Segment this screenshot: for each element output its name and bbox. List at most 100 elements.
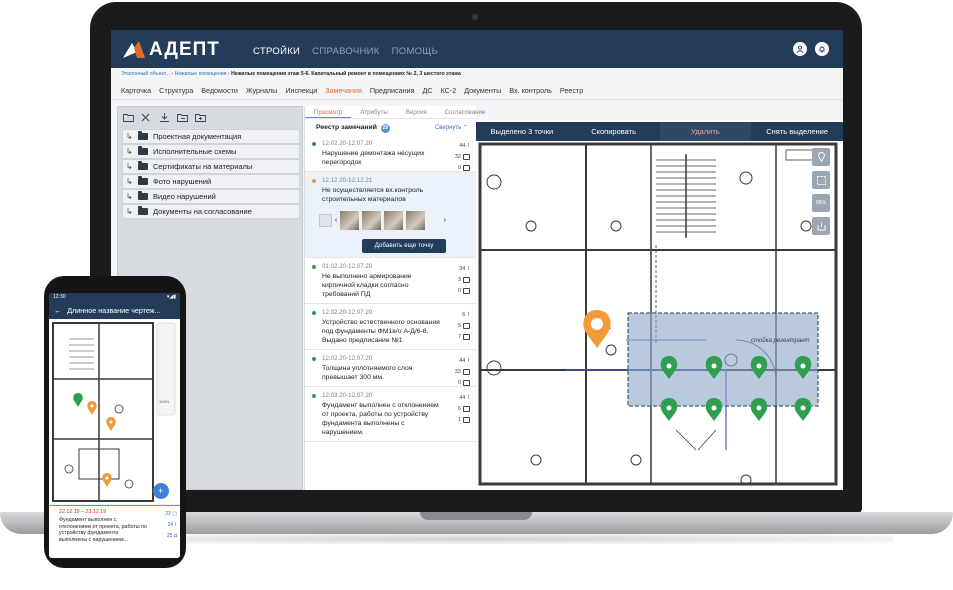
phone-issue-card[interactable]: 22.12.19 – 23.12.19 Фундамент выполнен с… <box>49 505 180 558</box>
issue-date: 01.02.20-12.07.20 <box>322 263 373 270</box>
status-dot <box>312 142 316 146</box>
add-point-button[interactable]: Добавить еще точку <box>362 239 446 253</box>
add-photo-icon[interactable] <box>319 214 332 227</box>
nav-stroiki[interactable]: СТРОЙКИ <box>253 46 300 57</box>
issue-marker-green[interactable] <box>705 398 723 421</box>
folder-move-icon[interactable] <box>177 113 188 122</box>
issue-item[interactable]: 12.03.20-12.07.20 Фундамент выполнен с о… <box>305 387 476 442</box>
new-folder-icon[interactable] <box>123 113 134 122</box>
issue-marker-orange[interactable] <box>583 310 611 348</box>
paperclip-icon: ⌇ <box>467 265 470 272</box>
phone-plan-canvas[interactable]: + 100% <box>49 319 180 504</box>
paperclip-icon: ⌇ <box>467 394 470 401</box>
issue-marker-orange[interactable] <box>102 473 112 487</box>
tree-branch-icon: ↳ <box>126 162 133 171</box>
issue-marker-green[interactable] <box>750 398 768 421</box>
collapse-button[interactable]: Свернуть ⌃ <box>435 124 468 131</box>
tree-branch-icon: ↳ <box>126 177 133 186</box>
tree-branch-icon: ↳ <box>126 147 133 156</box>
floor-plan-canvas[interactable]: стойка регентрант <box>476 120 843 490</box>
registry-title: Реестр замечаний <box>316 124 377 131</box>
floor-plan-drawing: стойка регентрант <box>478 142 838 486</box>
tab-atributy[interactable]: Атрибуты <box>351 106 397 118</box>
logo[interactable]: АДЕПТ <box>123 39 220 61</box>
selection-count: Выделено 3 точки <box>490 127 554 136</box>
photo-thumbnail[interactable] <box>362 211 381 230</box>
menu-item-ds[interactable]: ДС <box>422 86 432 95</box>
delete-button[interactable]: Удалить <box>659 122 752 141</box>
photo-thumbnail[interactable] <box>405 211 425 230</box>
menu-item-struktura[interactable]: Структура <box>159 86 193 95</box>
comment-icon <box>463 322 470 329</box>
phone-drawing-title: Длинное название чертеж... <box>67 305 161 315</box>
phone-zoom-level: 100% <box>159 399 170 404</box>
tree-item[interactable]: ↳ Видео нарушений <box>122 189 300 204</box>
tree-branch-icon: ↳ <box>126 207 133 216</box>
logo-text: АДЕПТ <box>149 39 220 60</box>
select-area-icon[interactable] <box>812 171 830 189</box>
download-icon[interactable] <box>159 113 170 122</box>
comment-icon <box>463 405 470 412</box>
tree-item[interactable]: ↳ Документы на согласование <box>122 204 300 219</box>
menu-item-ks2[interactable]: КС-2 <box>441 86 457 95</box>
plan-side-tools: 88% <box>812 148 832 240</box>
issue-marker-green[interactable] <box>73 393 83 407</box>
chevron-right-icon[interactable]: › <box>444 217 446 224</box>
menu-item-predpisaniya[interactable]: Предписания <box>370 86 415 95</box>
issue-marker-green[interactable] <box>660 398 678 421</box>
export-icon[interactable] <box>812 217 830 235</box>
breadcrumb-item[interactable]: Нежилые помещения <box>175 71 227 77</box>
breadcrumb-item[interactable]: Эталонный объект... <box>121 71 170 77</box>
menu-item-zhurnaly[interactable]: Журналы <box>246 86 277 95</box>
bell-icon[interactable] <box>815 42 829 56</box>
issue-item[interactable]: 12.02.20-12.07.20 Нарушение демонтажа не… <box>305 135 476 172</box>
back-arrow-icon[interactable]: ← <box>54 306 61 315</box>
tree-item-label: Документы на согласование <box>153 207 252 216</box>
tree-item[interactable]: ↳ Исполнительные схемы <box>122 144 300 159</box>
tree-item[interactable]: ↳ Проектная документация <box>122 129 300 144</box>
folder-add-icon[interactable] <box>195 113 206 122</box>
issue-item[interactable]: 01.02.20-12.07.20 Не выполнено армирован… <box>305 258 476 304</box>
paperclip-icon: ⌇ <box>467 311 470 318</box>
phone-time: 12:30 <box>53 294 66 300</box>
close-icon[interactable] <box>141 113 152 122</box>
issue-item-selected[interactable]: 12.12.20-12.12.21 Не осуществляется вх.к… <box>305 172 476 258</box>
issue-item[interactable]: 12.02.20-12.07.20 Устройство естественно… <box>305 304 476 350</box>
tab-soglasovanie[interactable]: Согласование <box>436 106 495 118</box>
menu-item-zamechaniya[interactable]: Замечания <box>325 86 362 95</box>
photo-strip: ‹ › <box>319 211 446 230</box>
user-icon[interactable] <box>793 42 807 56</box>
nav-pomosch[interactable]: ПОМОЩЬ <box>392 46 438 57</box>
issue-date: 12.02.20-12.07.20 <box>322 355 373 362</box>
location-pin-icon[interactable] <box>812 148 830 166</box>
menu-item-reestr[interactable]: Реестр <box>560 86 583 95</box>
issue-marker-orange[interactable] <box>106 417 116 431</box>
menu-item-vedomosti[interactable]: Ведомости <box>201 86 238 95</box>
issue-item[interactable]: 12.02.20-12.07.20 Толщина уплотняемого с… <box>305 350 476 387</box>
tab-versiya[interactable]: Версия <box>397 106 436 118</box>
tree-item[interactable]: ↳ Фото нарушений <box>122 174 300 189</box>
issue-marker-green[interactable] <box>794 398 812 421</box>
paperclip-icon: ⌇ <box>467 142 470 149</box>
chevron-left-icon[interactable]: ‹ <box>335 217 337 224</box>
signal-battery-icon: ▾◢▮ <box>166 294 176 300</box>
issue-marker-orange[interactable] <box>87 401 97 415</box>
clear-selection-button[interactable]: Снять выделение <box>751 127 843 136</box>
menu-item-dokumenty[interactable]: Документы <box>464 86 501 95</box>
menu-item-inspekcii[interactable]: Инспекци <box>285 86 317 95</box>
issue-text: Не осуществляется вх.контроль строительн… <box>322 187 424 203</box>
tab-prosmotr[interactable]: Просмотр <box>305 106 352 118</box>
copy-button[interactable]: Скопировать <box>568 127 660 136</box>
logo-mark-icon <box>123 41 145 59</box>
menu-item-kartochka[interactable]: Карточка <box>121 86 151 95</box>
breadcrumb-current: Нежилые помещения этаж 5-6. Капитальный … <box>231 71 461 77</box>
issue-text: Фундамент выполнен с отклонением от прое… <box>322 402 439 436</box>
tree-item[interactable]: ↳ Сертификаты на материалы <box>122 159 300 174</box>
nav-spravochnik[interactable]: СПРАВОЧНИК <box>312 46 379 57</box>
issue-counters: 44 ⌇ 6 1 <box>446 392 470 425</box>
zoom-level[interactable]: 88% <box>812 194 830 212</box>
menu-item-vh-kontrol[interactable]: Вх. контроль <box>509 86 552 95</box>
tree-item-label: Проектная документация <box>153 132 242 141</box>
photo-thumbnail[interactable] <box>340 211 360 230</box>
photo-thumbnail[interactable] <box>383 211 403 230</box>
